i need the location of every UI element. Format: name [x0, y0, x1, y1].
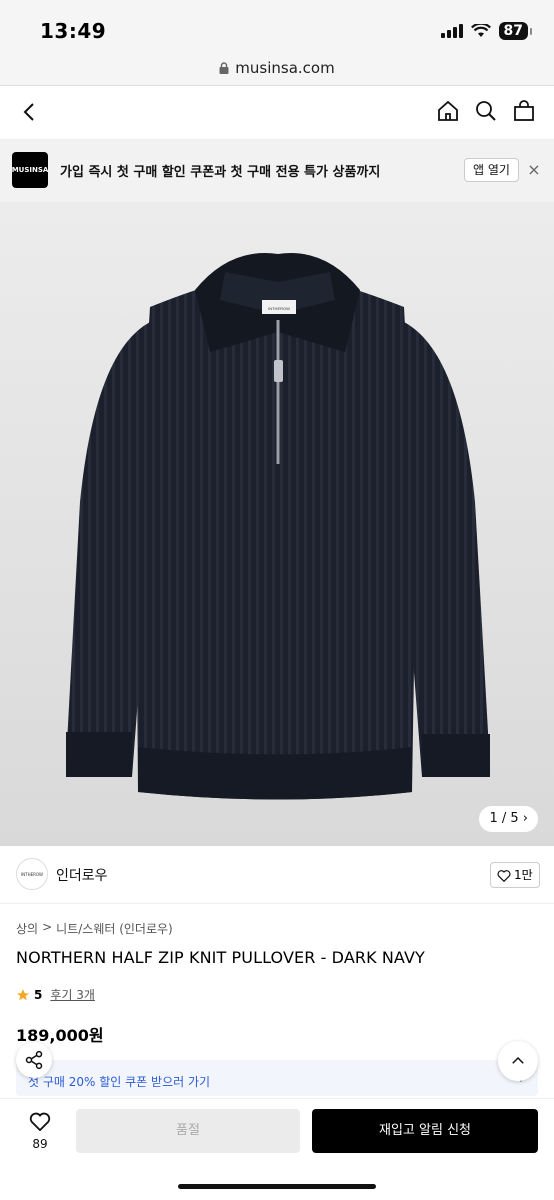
brand-row[interactable]: INTHEROW 인더로우 1만 — [0, 846, 554, 904]
close-icon[interactable]: × — [526, 160, 542, 180]
sweater-brand-tag: INTHEROW — [268, 306, 290, 311]
search-icon[interactable] — [474, 99, 498, 123]
breadcrumb-item[interactable]: 니트/스웨터 (인더로우) — [56, 920, 173, 937]
back-icon[interactable] — [18, 100, 42, 124]
restock-notify-button[interactable]: 재입고 알림 신청 — [312, 1109, 538, 1153]
image-counter[interactable]: 1 / 5 › — [479, 806, 538, 832]
musinsa-logo: MUSINSA — [12, 152, 48, 188]
share-button[interactable] — [16, 1042, 52, 1078]
status-time: 13:49 — [40, 19, 107, 43]
wifi-icon — [470, 24, 491, 37]
breadcrumb-item[interactable]: 상의 — [16, 920, 38, 937]
brand-like-button[interactable]: 1만 — [490, 862, 540, 888]
signal-icon — [440, 24, 463, 38]
product-image-gallery[interactable]: INTHEROW 1 / 5 › — [0, 202, 554, 846]
url-bar[interactable]: musinsa.com — [0, 50, 554, 86]
chevron-up-icon — [512, 1056, 524, 1064]
heart-icon — [497, 869, 511, 882]
cart-icon[interactable] — [512, 99, 536, 123]
nav-actions — [436, 99, 536, 123]
product-rating: 5 후기 3개 — [16, 986, 95, 1003]
soldout-button: 품절 — [76, 1109, 300, 1153]
open-app-button[interactable]: 앱 열기 — [464, 158, 519, 182]
share-icon — [25, 1050, 43, 1070]
product-title: NORTHERN HALF ZIP KNIT PULLOVER - DARK N… — [16, 948, 425, 967]
brand-like-count: 1만 — [514, 868, 533, 882]
status-bar: 13:49 87 — [0, 0, 554, 50]
wishlist-button[interactable]: 89 — [24, 1111, 56, 1151]
brand-name[interactable]: 인더로우 — [56, 865, 108, 885]
breadcrumb-separator: > — [42, 920, 53, 934]
app-install-banner: MUSINSA 가입 즉시 첫 구매 할인 쿠폰과 첫 구매 전용 특가 상품까… — [0, 140, 554, 202]
image-counter-text: 1 / 5 — [489, 811, 519, 826]
banner-message: 가입 즉시 첫 구매 할인 쿠폰과 첫 구매 전용 특가 상품까지 — [60, 165, 381, 180]
home-icon[interactable] — [436, 99, 460, 123]
star-icon — [17, 988, 29, 1000]
url-text: musinsa.com — [235, 58, 335, 77]
coupon-banner[interactable]: 첫 구매 20% 할인 쿠폰 받으러 가기 › — [16, 1060, 538, 1096]
heart-icon — [29, 1112, 51, 1132]
scroll-to-top-button[interactable] — [498, 1041, 538, 1081]
breadcrumb: 상의 > 니트/스웨터 (인더로우) — [16, 920, 173, 937]
chevron-right-icon: › — [522, 811, 528, 826]
lock-icon — [219, 61, 229, 74]
wishlist-count: 89 — [32, 1137, 48, 1151]
brand-logo: INTHEROW — [16, 858, 48, 890]
rating-score: 5 — [34, 987, 43, 1002]
coupon-text: 첫 구매 20% 할인 쿠폰 받으러 가기 — [28, 1075, 211, 1089]
home-indicator — [178, 1184, 376, 1189]
bottom-action-bar: 89 품절 재입고 알림 신청 — [0, 1098, 554, 1200]
battery-indicator: 87 — [498, 22, 533, 40]
review-link[interactable]: 후기 3개 — [50, 986, 95, 1003]
status-icons: 87 — [440, 22, 533, 40]
product-image-sweater: INTHEROW — [66, 253, 490, 800]
top-navigation — [0, 86, 554, 140]
